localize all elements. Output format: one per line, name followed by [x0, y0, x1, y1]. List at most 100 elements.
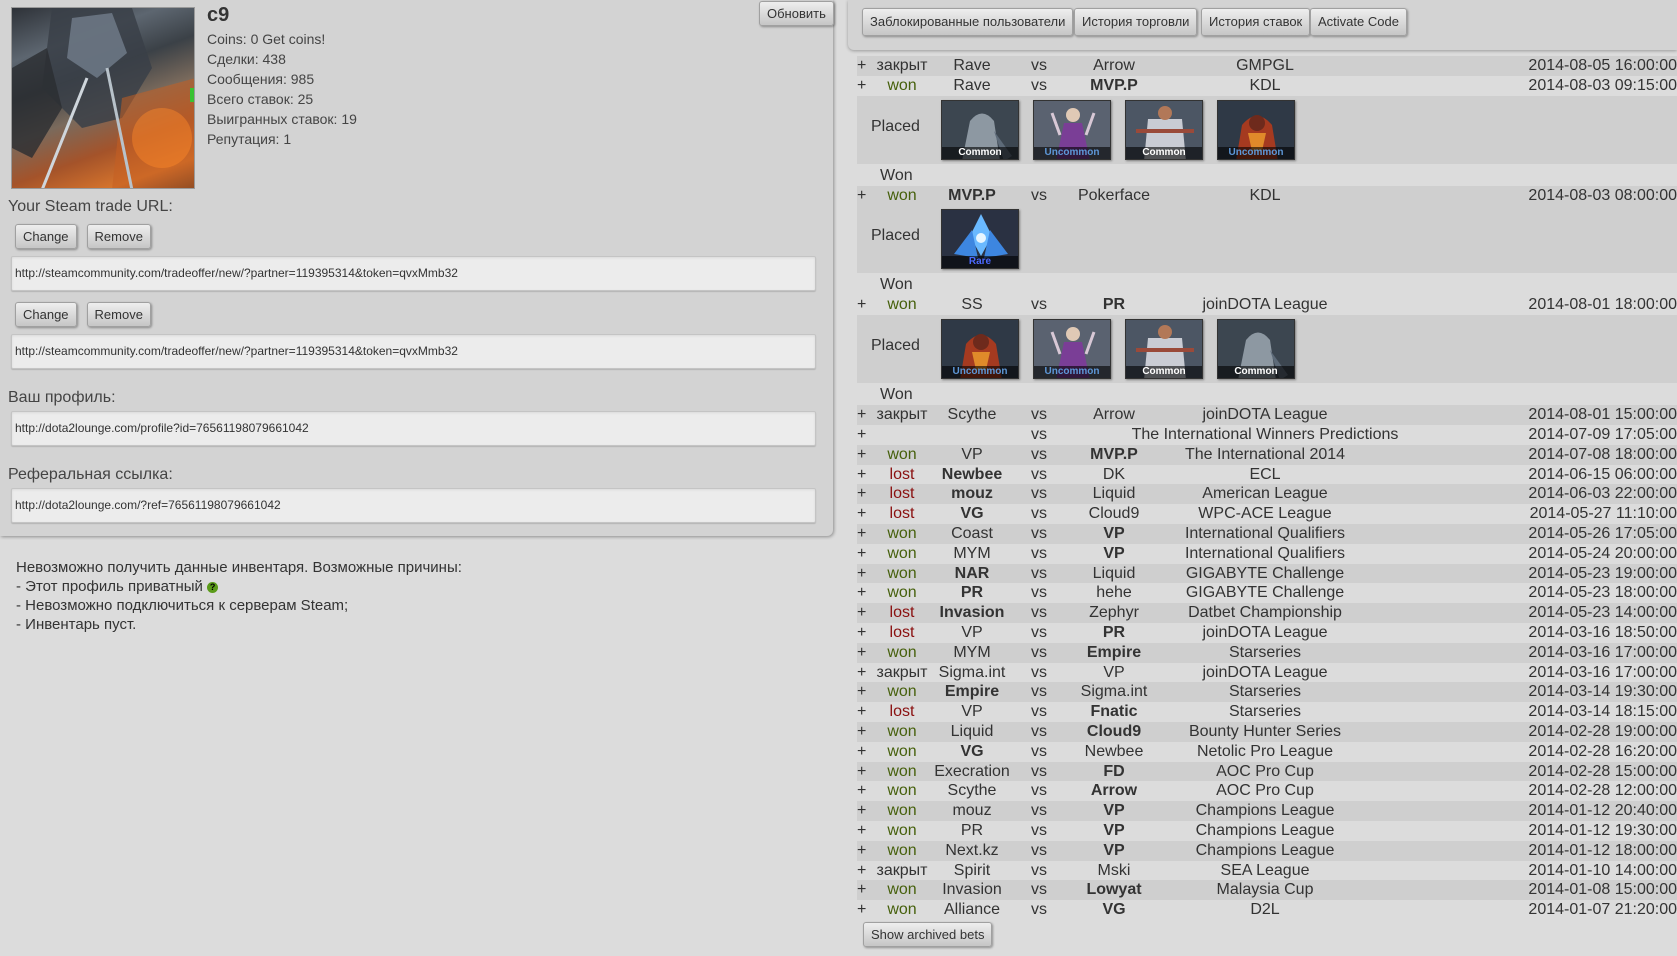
change-trade-url-button[interactable]: Change — [15, 224, 77, 249]
bet-row[interactable]: + won VP vs MVP.P The International 2014 2014-… — [857, 444, 1677, 465]
profile-stats: Coins: 0 Get coins! Сделки: 438 Сообщени… — [207, 29, 357, 149]
league-name[interactable]: GMPGL — [1025, 56, 1505, 76]
trade-url-field[interactable]: http://steamcommunity.com/tradeoffer/new… — [11, 256, 816, 291]
bet-row[interactable]: + won Next.kz vs VP Champions League 2014-01-1… — [857, 840, 1677, 861]
bet-row[interactable]: + won NAR vs Liquid GIGABYTE Challenge 2014-05… — [857, 563, 1677, 584]
match-date: 2014-01-12 20:40:00 — [1528, 802, 1677, 820]
change-trade-url-button-2[interactable]: Change — [15, 302, 77, 327]
placed-label: Placed — [871, 227, 920, 245]
bet-row[interactable]: + lost VG vs Cloud9 WPC-ACE League 2014-05-27 … — [857, 504, 1677, 524]
referral-link-field[interactable]: http://dota2lounge.com/?ref=765611980796… — [11, 488, 816, 523]
bet-row[interactable]: + won PR vs hehe GIGABYTE Challenge 2014-05-23… — [857, 583, 1677, 603]
bet-row[interactable]: + lost Newbee vs DK ECL 2014-06-15 06:00:00 — [857, 465, 1677, 485]
deals-stat: Сделки: 438 — [207, 51, 286, 67]
bet-item-thumbnail[interactable]: Uncommon — [1217, 99, 1295, 160]
league-name[interactable]: GIGABYTE Challenge — [1025, 583, 1505, 603]
bet-row[interactable]: + vs The International Winners Predictions… — [857, 425, 1677, 445]
remove-trade-url-button-2[interactable]: Remove — [86, 302, 151, 327]
bet-item-thumbnail[interactable]: Common — [941, 99, 1019, 160]
bet-item-thumbnail[interactable]: Common — [1125, 319, 1203, 380]
bet-item-thumbnail[interactable]: Common — [1125, 99, 1203, 160]
league-name[interactable]: joinDOTA League — [1025, 663, 1505, 683]
bet-row[interactable]: + won SS vs PR joinDOTA League 2014-08-01 18:0… — [857, 295, 1677, 315]
bet-row[interactable]: + won PR vs VP Champions League 2014-01-12 19:… — [857, 821, 1677, 841]
bet-row[interactable]: + закрыт Spirit vs Mski SEA League 2014-01-10 … — [857, 861, 1677, 881]
bet-row[interactable]: + won mouz vs VP Champions League 2014-01-12 2… — [857, 801, 1677, 821]
bet-row[interactable]: + lost VP vs Fnatic Starseries 2014-03-14 18:1… — [857, 702, 1677, 722]
inventory-error-message: Невозможно получить данные инвентаря. Во… — [16, 558, 462, 634]
league-name[interactable]: D2L — [1025, 900, 1505, 920]
bet-row[interactable]: + lost VP vs PR joinDOTA League 2014-03-16 18:… — [857, 623, 1677, 643]
league-name[interactable]: AOC Pro Cup — [1025, 762, 1505, 782]
league-name[interactable]: Champions League — [1025, 821, 1505, 841]
league-name[interactable]: AOC Pro Cup — [1025, 781, 1505, 801]
bet-item-thumbnail[interactable]: Uncommon — [941, 319, 1019, 380]
league-name[interactable]: American League — [1025, 484, 1505, 504]
league-name[interactable]: The International 2014 — [1025, 445, 1505, 465]
league-name[interactable]: SEA League — [1025, 861, 1505, 881]
bet-row[interactable]: + won VG vs Newbee Netolic Pro League 2014-02-… — [857, 742, 1677, 762]
bet-item-thumbnail[interactable]: Uncommon — [1033, 319, 1111, 380]
remove-trade-url-button[interactable]: Remove — [86, 224, 151, 249]
league-name[interactable]: Starseries — [1025, 643, 1505, 663]
league-name[interactable]: The International Winners Predictions — [1025, 425, 1505, 445]
bet-item-thumbnail[interactable]: Common — [1217, 319, 1295, 380]
help-icon[interactable]: ? — [207, 581, 219, 593]
bet-history-button[interactable]: История ставок — [1201, 8, 1311, 36]
league-name[interactable]: Champions League — [1025, 801, 1505, 821]
match-date: 2014-02-28 15:00:00 — [1528, 762, 1677, 780]
bet-row[interactable]: + won Execration vs FD AOC Pro Cup 2014-02-28 … — [857, 761, 1677, 782]
profile-link-field[interactable]: http://dota2lounge.com/profile?id=765611… — [11, 411, 816, 446]
bet-row[interactable]: + won Liquid vs Cloud9 Bounty Hunter Series 20… — [857, 721, 1677, 742]
item-rarity: Common — [1218, 366, 1294, 379]
bet-row[interactable]: + закрыт Sigma.int vs VP joinDOTA League 2014-… — [857, 663, 1677, 683]
league-name[interactable]: Netolic Pro League — [1025, 742, 1505, 762]
trade-url-field-2[interactable]: http://steamcommunity.com/tradeoffer/new… — [11, 334, 816, 369]
bet-row[interactable]: + won Scythe vs Arrow AOC Pro Cup 2014-02-28 1… — [857, 781, 1677, 801]
bet-row[interactable]: + won Coast vs VP International Qualifiers 201… — [857, 523, 1677, 544]
item-rarity: Common — [1126, 366, 1202, 379]
match-date: 2014-08-05 16:00:00 — [1528, 57, 1677, 74]
league-name[interactable]: KDL — [1025, 186, 1505, 206]
activate-code-button[interactable]: Activate Code — [1310, 8, 1407, 36]
league-name[interactable]: GIGABYTE Challenge — [1025, 564, 1505, 584]
league-name[interactable]: International Qualifiers — [1025, 524, 1505, 544]
show-archived-bets-button[interactable]: Show archived bets — [863, 922, 993, 947]
bet-row[interactable]: + lost mouz vs Liquid American League 2014-06-… — [857, 484, 1677, 505]
inventory-error-line: - Инвентарь пуст. — [16, 616, 137, 633]
trade-history-button[interactable]: История торговли — [1074, 8, 1198, 36]
expand-bet-toggle[interactable]: + — [857, 425, 869, 445]
username: c9 — [207, 4, 230, 26]
bet-row[interactable]: + won MYM vs VP International Qualifiers 2014-… — [857, 544, 1677, 564]
bet-row[interactable]: + won Rave vs MVP.P KDL 2014-08-03 09:15:00 — [857, 76, 1677, 96]
bet-row[interactable]: + закрыт Scythe vs Arrow joinDOTA League 2014-… — [857, 405, 1677, 425]
league-name[interactable]: Datbet Championship — [1025, 603, 1505, 623]
league-name[interactable]: Bounty Hunter Series — [1025, 722, 1505, 742]
league-name[interactable]: Malaysia Cup — [1025, 880, 1505, 900]
league-name[interactable]: Starseries — [1025, 682, 1505, 702]
bet-row[interactable]: + won Empire vs Sigma.int Starseries 2014-03-1… — [857, 682, 1677, 703]
item-rarity: Rare — [942, 256, 1018, 269]
league-name[interactable]: joinDOTA League — [1025, 405, 1505, 425]
league-name[interactable]: joinDOTA League — [1025, 295, 1505, 315]
match-date: 2014-08-03 09:15:00 — [1528, 76, 1677, 94]
league-name[interactable]: International Qualifiers — [1025, 544, 1505, 564]
league-name[interactable]: joinDOTA League — [1025, 623, 1505, 643]
bet-row[interactable]: + won Alliance vs VG D2L 2014-01-07 21:20:00 — [857, 900, 1677, 920]
league-name[interactable]: ECL — [1025, 465, 1505, 485]
refresh-button[interactable]: Обновить — [759, 1, 834, 26]
bet-item-thumbnail[interactable]: Uncommon — [1033, 99, 1111, 160]
league-name[interactable]: WPC-ACE League — [1025, 504, 1505, 524]
bet-row[interactable]: + закрыт Rave vs Arrow GMPGL 2014-08-05 16:00:… — [857, 56, 1677, 76]
profile-panel: c9 Coins: 0 Get coins! Сделки: 438 Сообщ… — [0, 0, 834, 536]
avatar — [11, 7, 195, 189]
bet-item-thumbnail[interactable]: Rare — [941, 209, 1019, 270]
league-name[interactable]: KDL — [1025, 76, 1505, 96]
league-name[interactable]: Starseries — [1025, 702, 1505, 722]
bet-row[interactable]: + lost Invasion vs Zephyr Datbet Championship… — [857, 603, 1677, 623]
bet-row[interactable]: + won Invasion vs Lowyat Malaysia Cup 2014-01-… — [857, 880, 1677, 901]
bet-row[interactable]: + won MYM vs Empire Starseries 2014-03-16 17:0… — [857, 642, 1677, 663]
blocked-users-button[interactable]: Заблокированные пользователи — [862, 8, 1074, 36]
bet-row[interactable]: + won MVP.P vs Pokerface KDL 2014-08-03 08:00:… — [857, 185, 1677, 206]
league-name[interactable]: Champions League — [1025, 841, 1505, 861]
